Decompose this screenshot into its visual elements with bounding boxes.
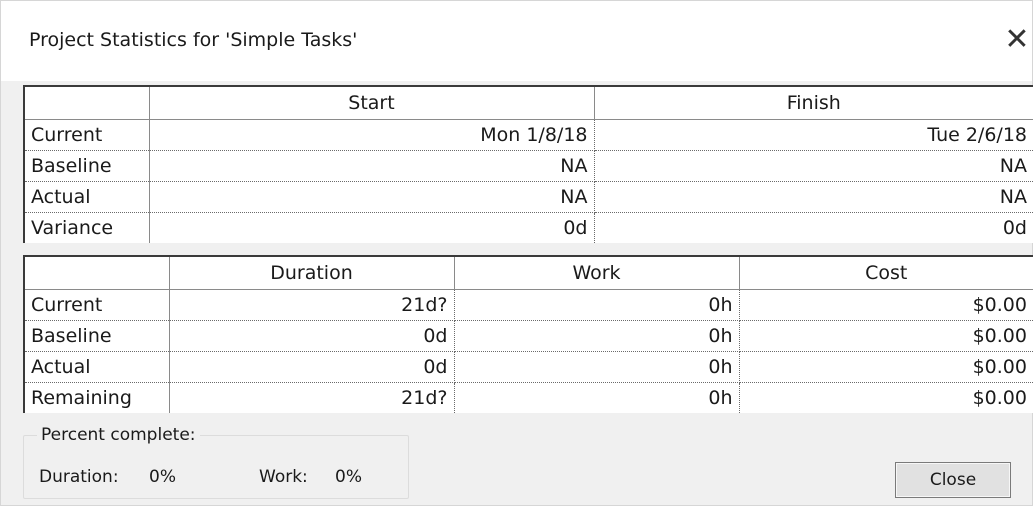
dates-table: Start Finish Current Mon 1/8/18 Tue 2/6/… [23, 85, 1033, 243]
dates-header-row: Start Finish [23, 85, 1033, 120]
project-statistics-dialog: Project Statistics for 'Simple Tasks' ✕ … [0, 0, 1033, 506]
remaining-cost-value: $0.00 [739, 382, 1033, 413]
close-button[interactable]: Close [895, 462, 1011, 498]
work-percent-label: Work: [259, 467, 308, 487]
current-finish-value: Tue 2/6/18 [594, 119, 1033, 151]
title-bar: Project Statistics for 'Simple Tasks' ✕ [1, 1, 1032, 81]
table-row: Actual NA NA [23, 181, 1033, 213]
percent-complete-legend: Percent complete: [37, 425, 200, 445]
remaining-work-value: 0h [454, 382, 740, 413]
totals-corner-cell [23, 255, 170, 290]
totals-table: Duration Work Cost Current 21d? 0h $0.00… [23, 255, 1033, 413]
duration-percent-value: 0% [149, 467, 176, 487]
table-row: Baseline NA NA [23, 150, 1033, 182]
row-label-actual: Actual [23, 181, 150, 213]
duration-column-header: Duration [168, 255, 455, 290]
row-label-remaining: Remaining [23, 382, 170, 413]
current-duration-value: 21d? [169, 289, 455, 321]
finish-column-header: Finish [593, 85, 1033, 120]
totals-header-row: Duration Work Cost [23, 255, 1033, 290]
work-percent-value: 0% [335, 467, 362, 487]
actual-start-value: NA [149, 181, 595, 213]
actual-finish-value: NA [594, 181, 1033, 213]
baseline-start-value: NA [149, 150, 595, 182]
actual-cost-value: $0.00 [739, 351, 1033, 383]
baseline-cost-value: $0.00 [739, 320, 1033, 352]
start-column-header: Start [148, 85, 595, 120]
current-cost-value: $0.00 [739, 289, 1033, 321]
cost-column-header: Cost [738, 255, 1033, 290]
row-label-current: Current [23, 119, 150, 151]
baseline-duration-value: 0d [169, 320, 455, 352]
table-row: Remaining 21d? 0h $0.00 [23, 382, 1033, 413]
actual-work-value: 0h [454, 351, 740, 383]
current-work-value: 0h [454, 289, 740, 321]
duration-percent-label: Duration: [39, 467, 119, 487]
row-label-variance: Variance [23, 212, 150, 243]
variance-finish-value: 0d [594, 212, 1033, 243]
actual-duration-value: 0d [169, 351, 455, 383]
table-row: Current 21d? 0h $0.00 [23, 289, 1033, 321]
baseline-work-value: 0h [454, 320, 740, 352]
table-row: Variance 0d 0d [23, 212, 1033, 243]
dialog-title: Project Statistics for 'Simple Tasks' [29, 29, 358, 51]
table-row: Current Mon 1/8/18 Tue 2/6/18 [23, 119, 1033, 151]
row-label-baseline: Baseline [23, 150, 150, 182]
work-column-header: Work [453, 255, 740, 290]
row-label-baseline: Baseline [23, 320, 170, 352]
table-row: Baseline 0d 0h $0.00 [23, 320, 1033, 352]
dates-corner-cell [23, 85, 150, 120]
remaining-duration-value: 21d? [169, 382, 455, 413]
row-label-current: Current [23, 289, 170, 321]
row-label-actual: Actual [23, 351, 170, 383]
close-icon[interactable]: ✕ [999, 23, 1033, 59]
variance-start-value: 0d [149, 212, 595, 243]
baseline-finish-value: NA [594, 150, 1033, 182]
current-start-value: Mon 1/8/18 [149, 119, 595, 151]
table-row: Actual 0d 0h $0.00 [23, 351, 1033, 383]
